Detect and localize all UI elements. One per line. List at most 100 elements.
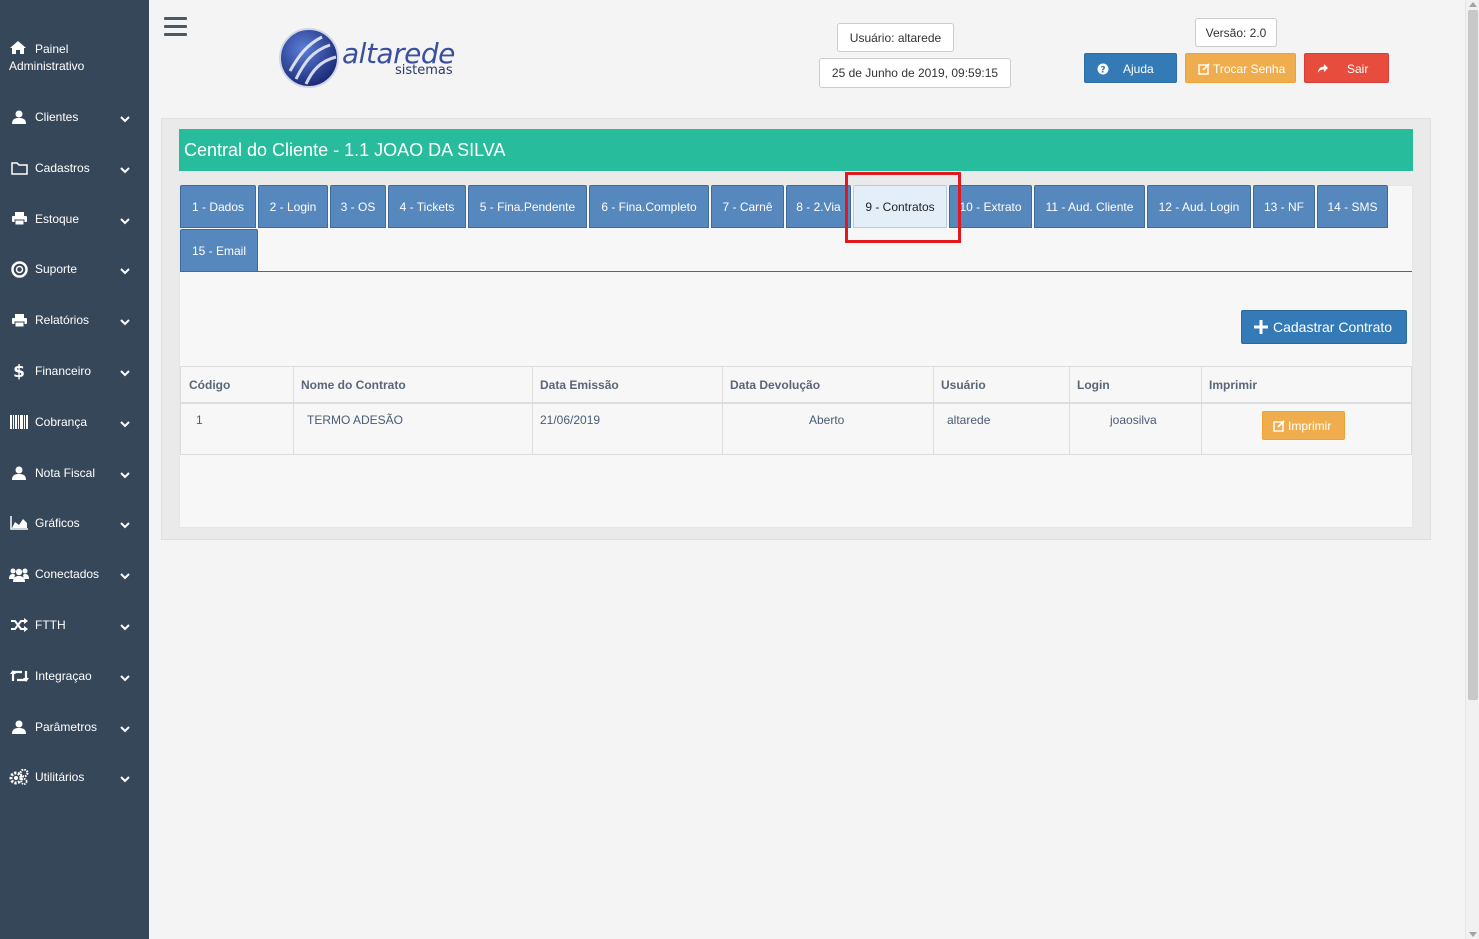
col-header-codigo: Código — [189, 378, 231, 392]
chevron-down-icon — [120, 163, 132, 174]
users-icon — [9, 565, 29, 583]
sidebar-item-financeiro[interactable]: $ Financeiro — [0, 351, 149, 391]
retweet-icon — [9, 667, 29, 685]
col-header-imprimir: Imprimir — [1209, 378, 1258, 392]
sidebar-item-label: Estoque — [35, 211, 80, 226]
sidebar-item-integracao[interactable]: Integraçao — [0, 656, 149, 696]
sidebar-item-clientes[interactable]: Clientes — [0, 97, 149, 137]
sidebar-item-parametros[interactable]: Parâmetros — [0, 707, 149, 747]
tab-divider — [180, 271, 1412, 272]
sidebar-item-label: Clientes — [35, 110, 79, 124]
home-icon — [9, 40, 29, 56]
user-icon — [9, 108, 29, 126]
dollar-icon: $ — [9, 362, 29, 380]
print-button[interactable]: Imprimir — [1262, 411, 1345, 440]
sidebar-item-conectados[interactable]: Conectados — [0, 554, 149, 594]
tab-12[interactable]: 12 - Aud. Login — [1147, 185, 1251, 228]
sidebar-item-utilitarios[interactable]: Utilitários — [0, 757, 149, 797]
chevron-down-icon — [120, 417, 132, 428]
sidebar-item-cobranca[interactable]: Cobrança — [0, 402, 149, 442]
tab-11[interactable]: 11 - Aud. Cliente — [1034, 185, 1145, 228]
edit-icon — [1198, 63, 1210, 75]
area-chart-icon — [9, 514, 29, 532]
user-label: Usuário: altarede — [837, 23, 954, 52]
sidebar-item-graficos[interactable]: Gráficos — [0, 503, 149, 543]
user-icon — [9, 718, 29, 736]
sidebar-item-label: Relatórios — [35, 313, 90, 328]
cell-nome: TERMO ADESÃO — [307, 413, 404, 427]
help-button[interactable]: ? Ajuda — [1084, 53, 1177, 83]
chevron-down-icon — [120, 671, 132, 682]
sidebar-home-label-2: Administrativo — [9, 59, 85, 73]
svg-text:$: $ — [13, 362, 25, 380]
chevron-down-icon — [120, 518, 132, 529]
col-header-nome: Nome do Contrato — [301, 378, 406, 392]
cogs-icon — [9, 768, 29, 786]
change-password-button[interactable]: Trocar Senha — [1185, 53, 1296, 83]
tab-3[interactable]: 3 - OS — [330, 185, 386, 228]
table-header-divider — [181, 402, 1411, 404]
menu-toggle-icon[interactable] — [164, 17, 187, 36]
tab-2[interactable]: 2 - Login — [258, 185, 328, 228]
scrollbar-thumb[interactable] — [1468, 10, 1478, 700]
tab-6[interactable]: 6 - Fina.Completo — [589, 185, 709, 228]
chevron-down-icon — [120, 772, 132, 783]
tab-5[interactable]: 5 - Fina.Pendente — [468, 185, 587, 228]
sidebar-item-label: Parâmetros — [35, 719, 98, 734]
logo-sub: sistemas — [395, 63, 453, 78]
folder-icon — [9, 159, 29, 177]
logo: altarede sistemas — [278, 25, 463, 90]
tab-15[interactable]: 15 - Email — [180, 229, 258, 272]
cell-emissao: 21/06/2019 — [540, 413, 601, 427]
col-divider — [532, 367, 533, 454]
chevron-down-icon — [120, 214, 132, 225]
page-title: Central do Cliente - 1.1 JOAO DA SILVA — [179, 129, 1413, 171]
tab-1[interactable]: 1 - Dados — [180, 185, 256, 228]
sidebar-item-suporte[interactable]: Suporte — [0, 249, 149, 289]
col-header-usuario: Usuário — [941, 378, 986, 392]
sidebar-item-cadastros[interactable]: Cadastros — [0, 148, 149, 188]
col-header-emissao: Data Emissão — [540, 378, 619, 392]
user-icon — [9, 464, 29, 482]
page-scrollbar[interactable] — [1465, 0, 1479, 939]
share-icon — [1317, 63, 1329, 75]
chevron-down-icon — [120, 569, 132, 580]
sidebar-item-ftth[interactable]: FTTH — [0, 605, 149, 645]
print-button-label: Imprimir — [1288, 419, 1332, 433]
sidebar-item-relatorios[interactable]: Relatórios — [0, 300, 149, 340]
sidebar-item-label: Gráficos — [35, 516, 80, 531]
sidebar-item-estoque[interactable]: Estoque — [0, 199, 149, 239]
scroll-up-arrow-icon[interactable] — [1469, 2, 1477, 7]
help-button-label: Ajuda — [1123, 62, 1154, 76]
cell-codigo: 1 — [196, 413, 203, 427]
col-divider — [293, 367, 294, 454]
col-divider — [1201, 367, 1202, 454]
printer-icon — [9, 210, 29, 228]
chevron-down-icon — [120, 722, 132, 733]
sidebar-item-label: Conectados — [35, 567, 100, 582]
tab-9[interactable]: 9 - Contratos — [853, 185, 947, 228]
logo-globe-icon — [279, 28, 339, 88]
scroll-down-arrow-icon[interactable] — [1469, 932, 1477, 937]
cell-login: joaosilva — [1110, 413, 1157, 427]
add-contract-button[interactable]: Cadastrar Contrato — [1241, 310, 1407, 344]
tab-8[interactable]: 8 - 2.Via — [786, 185, 851, 228]
sidebar-item-label: FTTH — [35, 618, 66, 632]
tab-7[interactable]: 7 - Carnê — [711, 185, 784, 228]
logout-label: Sair — [1347, 62, 1369, 76]
tab-4[interactable]: 4 - Tickets — [388, 185, 466, 228]
tab-10[interactable]: 10 - Extrato — [949, 185, 1032, 228]
sidebar-item-label: Integraçao — [35, 668, 92, 683]
tab-14[interactable]: 14 - SMS — [1317, 185, 1388, 228]
chevron-down-icon — [120, 468, 132, 479]
tab-13[interactable]: 13 - NF — [1253, 185, 1315, 228]
sidebar-item-nota-fiscal[interactable]: Nota Fiscal — [0, 453, 149, 493]
shuffle-icon — [9, 616, 29, 634]
chevron-down-icon — [120, 112, 132, 123]
sidebar-item-painel[interactable]: Painel Administrativo — [0, 36, 149, 76]
logout-button[interactable]: Sair — [1304, 53, 1389, 83]
contracts-table: Código Nome do Contrato Data Emissão Dat… — [180, 366, 1412, 455]
chevron-down-icon — [120, 264, 132, 275]
col-header-login: Login — [1077, 378, 1110, 392]
col-divider — [722, 367, 723, 454]
